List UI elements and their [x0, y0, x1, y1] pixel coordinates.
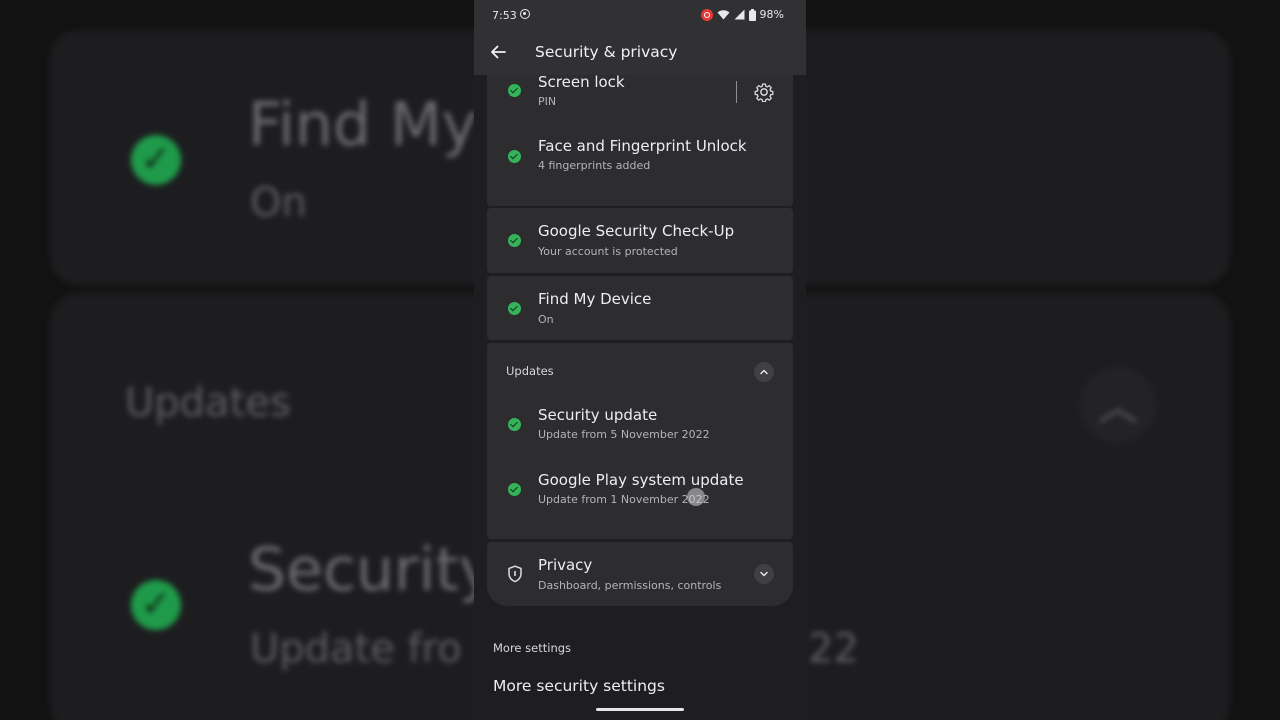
- row-title: Find My Device: [538, 290, 652, 308]
- bg-chevron-up-icon: ︿: [1080, 367, 1156, 443]
- bg-updates: Updates: [125, 380, 291, 426]
- bg-check-icon: ✓: [131, 135, 181, 185]
- row-play-system-update[interactable]: Google Play system update Update from 1 …: [487, 467, 793, 507]
- more-settings-header: More settings: [493, 641, 572, 655]
- card-privacy[interactable]: Privacy Dashboard, permissions, controls: [487, 542, 793, 606]
- check-icon: [508, 302, 521, 315]
- row-subtitle: Update from 1 November 2022: [538, 493, 710, 506]
- row-title: Privacy: [538, 556, 593, 574]
- battery-percent: 98%: [759, 8, 784, 21]
- row-face-fingerprint[interactable]: Face and Fingerprint Unlock 4 fingerprin…: [487, 133, 793, 173]
- chevron-up-icon: [760, 369, 768, 375]
- status-bar: 7:53 98%: [474, 0, 806, 32]
- row-screen-lock[interactable]: Screen lock PIN: [487, 73, 793, 111]
- row-subtitle: Update from 5 November 2022: [538, 428, 710, 441]
- row-subtitle: 4 fingerprints added: [538, 159, 651, 172]
- app-bar: Security & privacy: [474, 32, 806, 75]
- settings-list: Screen lock PIN Face and Fingerprint Unl…: [474, 73, 806, 720]
- gesture-nav-bar[interactable]: [596, 708, 684, 711]
- bg-find-title: Find My: [248, 90, 478, 160]
- check-icon: [508, 483, 521, 496]
- shield-icon: [508, 565, 522, 583]
- back-arrow-icon[interactable]: [488, 42, 508, 62]
- chevron-down-icon: [760, 571, 768, 577]
- check-icon: [508, 418, 521, 431]
- vertical-divider: [736, 81, 737, 103]
- bg-security-sub-tail: 22: [808, 626, 859, 672]
- bg-security-sub: Update fro: [250, 626, 462, 672]
- page-title: Security & privacy: [535, 43, 678, 61]
- check-icon: [508, 150, 521, 163]
- card-device-unlock: Screen lock PIN Face and Fingerprint Unl…: [487, 73, 793, 206]
- bg-security-title: Security: [248, 535, 495, 605]
- row-title: Screen lock: [538, 73, 625, 91]
- phone-screen: 7:53 98% Security & privacy Screen lock …: [474, 0, 806, 720]
- battery-icon: [748, 8, 756, 21]
- bg-check-icon-2: ✓: [131, 580, 181, 630]
- row-subtitle: Your account is protected: [538, 245, 678, 258]
- row-title: Face and Fingerprint Unlock: [538, 137, 747, 155]
- row-subtitle: PIN: [538, 95, 557, 108]
- recording-icon: [700, 8, 713, 21]
- touch-indicator: [687, 488, 705, 506]
- check-icon: [508, 84, 521, 97]
- card-security-checkup[interactable]: Google Security Check-Up Your account is…: [487, 208, 793, 273]
- row-subtitle: On: [538, 313, 554, 326]
- signal-icon: [734, 9, 745, 20]
- row-title: Google Security Check-Up: [538, 222, 735, 240]
- row-find-my-device[interactable]: Find My Device On: [487, 276, 793, 340]
- status-time: 7:53: [492, 9, 517, 22]
- row-title: Google Play system update: [538, 471, 744, 489]
- row-title: Security update: [538, 406, 658, 424]
- collapse-updates-button[interactable]: [754, 362, 774, 382]
- card-find-my-device[interactable]: Find My Device On: [487, 276, 793, 340]
- row-security-update[interactable]: Security update Update from 5 November 2…: [487, 401, 793, 441]
- bg-find-sub: On: [250, 180, 307, 226]
- expand-privacy-button[interactable]: [754, 564, 774, 584]
- updates-header: Updates: [506, 364, 554, 378]
- card-updates: Updates Security update Update from 5 No…: [487, 343, 793, 539]
- screen-record-icon: [520, 9, 530, 19]
- wifi-icon: [717, 10, 730, 20]
- row-security-checkup[interactable]: Google Security Check-Up Your account is…: [487, 208, 793, 273]
- check-icon: [508, 234, 521, 247]
- row-subtitle: Dashboard, permissions, controls: [538, 579, 722, 592]
- more-security-settings-item[interactable]: More security settings: [493, 677, 665, 695]
- gear-icon[interactable]: [754, 82, 774, 102]
- row-privacy[interactable]: Privacy Dashboard, permissions, controls: [487, 542, 793, 606]
